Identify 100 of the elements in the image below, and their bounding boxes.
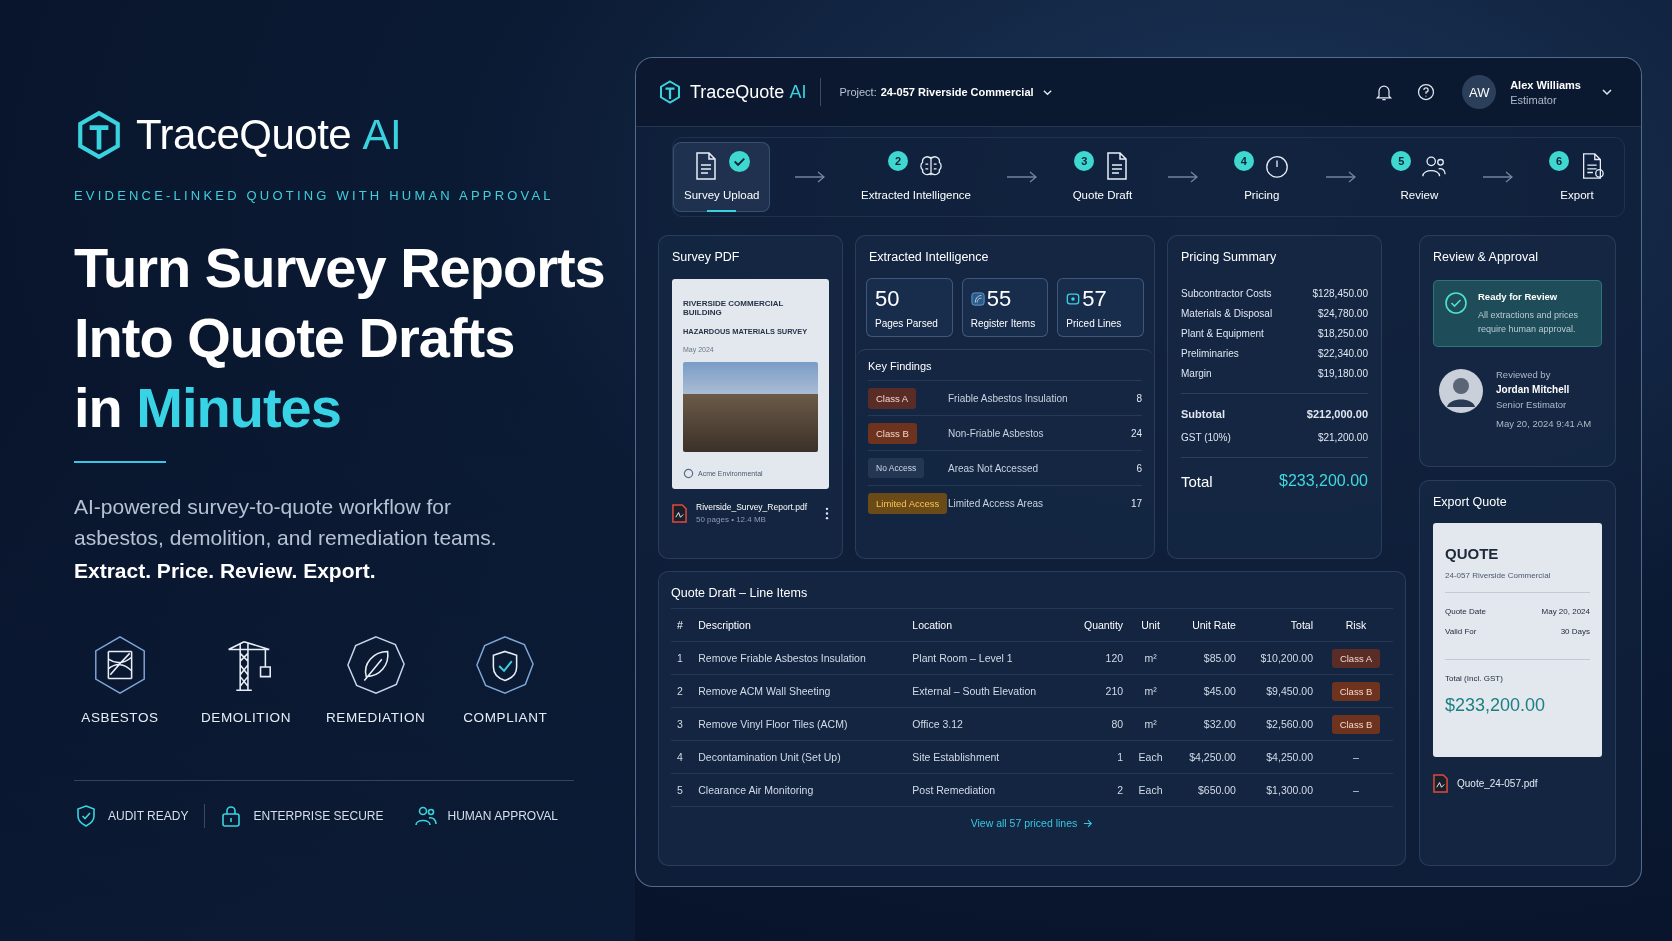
table-cell: 5: [671, 773, 693, 807]
finding-count: 8: [1136, 392, 1142, 404]
table-cell: m²: [1129, 674, 1172, 708]
workflow-step[interactable]: 6 Export: [1537, 142, 1616, 212]
view-all-link[interactable]: View all 57 priced lines: [970, 817, 1094, 829]
stat-label: Pages Parsed: [875, 318, 939, 329]
stat-label: Register Items: [970, 318, 1037, 329]
recycle-icon: [683, 468, 694, 479]
file-name[interactable]: Quote_24-057.pdf: [1457, 778, 1538, 789]
workflow-step[interactable]: 5 Review: [1380, 142, 1459, 212]
more-options-icon[interactable]: [825, 506, 829, 520]
table-cell: $2,560.00: [1241, 707, 1319, 741]
arrow-right-icon: [1324, 171, 1357, 183]
step-number: 3: [1074, 151, 1095, 171]
table-cell: $650.00: [1171, 773, 1242, 807]
cost-value: $19,180.00: [1317, 368, 1368, 379]
feature-label: AUDIT READY: [108, 809, 189, 823]
cost-label: Margin: [1181, 368, 1212, 379]
table-cell: 1: [671, 641, 693, 675]
cost-value: $128,450.00: [1312, 288, 1368, 299]
finding-label: Non-Friable Asbestos: [948, 427, 1045, 439]
table-cell: $4,250.00: [1171, 740, 1242, 774]
column-header: Unit: [1129, 608, 1172, 642]
total-label: Total: [1181, 472, 1213, 490]
risk-tag: No Access: [868, 458, 925, 478]
reviewed-by-label: Reviewed by: [1496, 369, 1552, 380]
brand-name: TraceQuote AI: [136, 111, 402, 159]
chevron-down-icon[interactable]: [1601, 86, 1613, 98]
headline: Turn Survey Reports Into Quote Drafts in Minutes: [74, 235, 606, 441]
status-text: All extractions and prices require human approval.: [1478, 309, 1580, 336]
feature-label: ENTERPRISE SECURE: [253, 809, 384, 823]
stat-label: Priced Lines: [1066, 318, 1123, 329]
card-title: Review & Approval: [1433, 250, 1539, 264]
step-number: 2: [888, 151, 909, 171]
file-name: Riverside_Survey_Report.pdf: [696, 502, 809, 512]
service-label: REMEDIATION: [326, 710, 426, 725]
arrow-right-icon: [1482, 171, 1515, 183]
table-cell: Office 3.12: [906, 707, 1069, 741]
risk-tag: Class B: [1331, 714, 1381, 734]
service-label: DEMOLITION: [201, 710, 291, 725]
table-cell: $32.00: [1171, 707, 1242, 741]
file-meta: 50 pages • 12.4 MB: [696, 515, 767, 524]
quote-project: 24-057 Riverside Commercial: [1445, 571, 1552, 580]
finding-label: Areas Not Accessed: [948, 462, 1040, 474]
project-selector[interactable]: Project: 24-057 Riverside Commercial: [835, 82, 1057, 102]
finding-count: 6: [1136, 462, 1142, 474]
arrow-right-icon: [1166, 171, 1199, 183]
table-cell: Remove ACM Wall Sheeting: [692, 674, 907, 708]
column-header: #: [671, 608, 693, 642]
cost-value: $24,780.00: [1317, 308, 1368, 319]
leaf-octagon-icon: [344, 634, 407, 696]
table-cell: 210: [1068, 674, 1130, 708]
people-icon: [413, 804, 438, 828]
workflow-step[interactable]: 4 Pricing: [1222, 142, 1301, 212]
logo-icon: [658, 79, 682, 105]
quote-field-value: 30 Days: [1560, 627, 1590, 636]
column-header: Total: [1241, 608, 1319, 642]
card-title: Pricing Summary: [1181, 250, 1278, 264]
table-cell: –: [1353, 784, 1359, 796]
card-title: Extracted Intelligence: [868, 250, 990, 264]
arrow-right-icon: [1005, 171, 1038, 183]
finding-count: 17: [1130, 497, 1142, 509]
tag-icon: [1066, 292, 1081, 306]
user-role: Estimator: [1510, 93, 1558, 106]
status-title: Ready for Review: [1478, 291, 1559, 302]
user-avatar[interactable]: AW: [1462, 75, 1497, 109]
risk-tag: Class B: [1331, 681, 1381, 701]
card-title: Quote Draft – Line Items: [671, 586, 809, 600]
stat-value: 55: [986, 286, 1012, 312]
feature-label: HUMAN APPROVAL: [447, 809, 558, 823]
workflow-step[interactable]: 2 Extracted Intelligence: [850, 142, 982, 212]
finding-label: Limited Access Areas: [948, 497, 1045, 509]
arrow-right-icon: [1083, 818, 1094, 828]
service-label: ASBESTOS: [81, 710, 159, 725]
risk-tag: Class A: [868, 387, 917, 409]
workflow-step[interactable]: 3 Quote Draft: [1061, 142, 1144, 212]
review-timestamp: May 20, 2024 9:41 AM: [1496, 418, 1592, 429]
finding-label: Friable Asbestos Insulation: [948, 392, 1069, 404]
table-cell: External – South Elevation: [906, 674, 1069, 708]
subtotal-label: Subtotal: [1181, 408, 1225, 420]
table-cell: 3: [671, 707, 693, 741]
table-cell: Remove Vinyl Floor Tiles (ACM): [692, 707, 907, 741]
table-cell: Site Establishment: [906, 740, 1069, 774]
cost-value: $22,340.00: [1317, 348, 1368, 359]
cost-label: Materials & Disposal: [1181, 308, 1273, 319]
table-cell: 2: [671, 674, 693, 708]
help-icon[interactable]: [1416, 82, 1437, 102]
check-circle-icon: [1444, 291, 1468, 315]
total-value: $233,200.00: [1279, 472, 1368, 490]
arrow-right-icon: [794, 171, 827, 183]
table-cell: m²: [1129, 707, 1172, 741]
subtotal-value: $212,000.00: [1306, 408, 1368, 420]
risk-tag: Limited Access: [868, 492, 948, 514]
table-cell: 4: [671, 740, 693, 774]
tax-label: GST (10%): [1181, 432, 1231, 443]
pdf-file-icon: [672, 503, 687, 523]
card-title: Export Quote: [1433, 495, 1508, 509]
quote-total-label: Total (Incl. GST): [1445, 674, 1504, 683]
document-title: RIVERSIDE COMMERCIAL BUILDING: [683, 299, 785, 317]
workflow-step[interactable]: Survey Upload: [673, 142, 771, 212]
